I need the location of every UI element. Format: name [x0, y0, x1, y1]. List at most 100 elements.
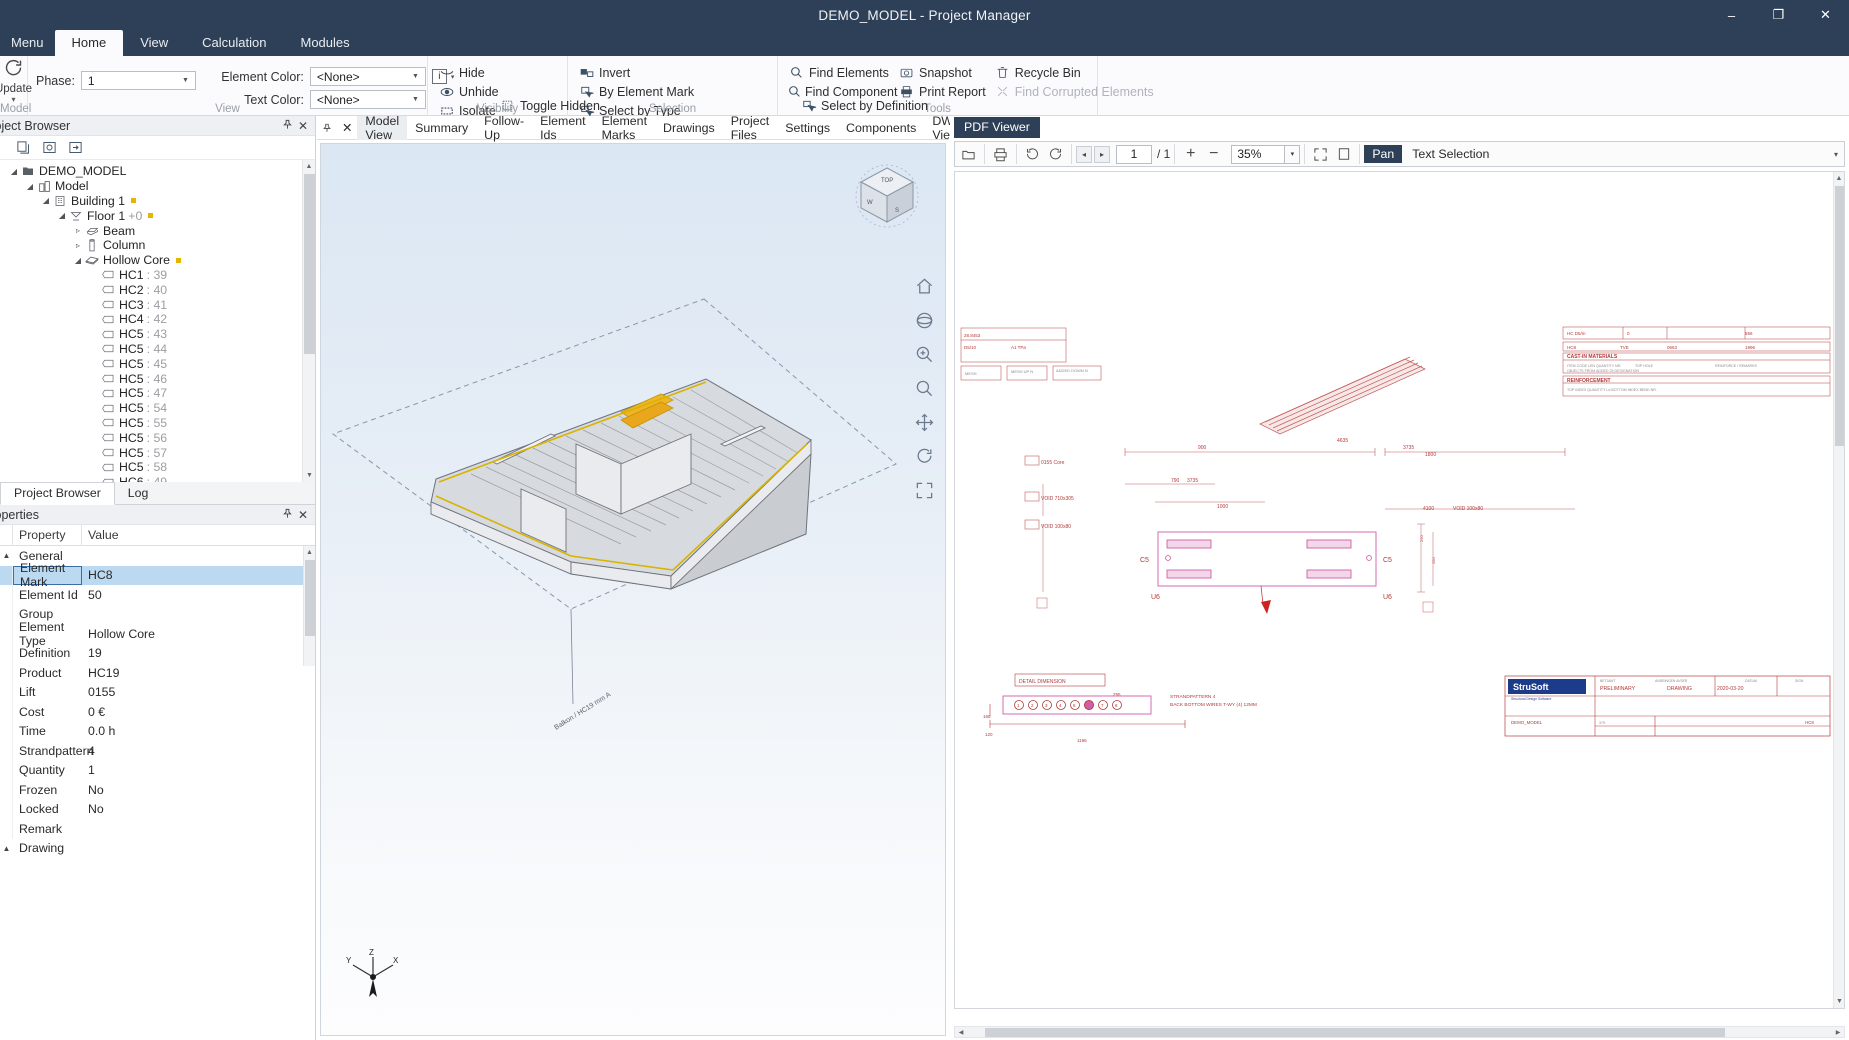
tab-view[interactable]: View	[123, 30, 185, 56]
tree-node[interactable]: HC5 : 56	[4, 430, 315, 445]
scrollbar-thumb[interactable]	[985, 1028, 1725, 1037]
collapse-caret-icon[interactable]: ▹	[72, 226, 84, 235]
scrollbar-thumb[interactable]	[304, 174, 315, 354]
center-close-icon[interactable]: ✕	[337, 116, 357, 140]
property-row[interactable]: Lift0155	[0, 683, 315, 703]
tree-node[interactable]: HC5 : 47	[4, 386, 315, 401]
model-viewport[interactable]: Balkon / HC19 mm A TOP W S	[320, 143, 946, 1036]
property-row[interactable]: Definition19	[0, 644, 315, 664]
property-value[interactable]: No	[82, 802, 315, 816]
collapse-caret-icon[interactable]: ▲	[0, 844, 13, 853]
snapshot-button[interactable]: Snapshot	[896, 63, 992, 82]
property-row[interactable]: Quantity1	[0, 761, 315, 781]
fit-page-icon[interactable]	[1332, 143, 1355, 165]
property-value[interactable]: 50	[82, 588, 315, 602]
tab-pdf-viewer[interactable]: PDF Viewer	[954, 117, 1040, 138]
maximize-button[interactable]: ❐	[1755, 0, 1802, 30]
property-value[interactable]: 0.0 h	[82, 724, 315, 738]
zoom-window-icon[interactable]	[912, 342, 937, 367]
tab-log[interactable]: Log	[115, 483, 162, 504]
tree-scrollbar[interactable]: ▲ ▼	[302, 160, 315, 482]
view-cube[interactable]: TOP W S	[851, 160, 923, 232]
fit-icon[interactable]	[912, 478, 937, 503]
property-value[interactable]: 19	[82, 646, 315, 660]
property-row[interactable]: Element MarkHC8	[0, 566, 315, 586]
property-row[interactable]: Time0.0 h	[0, 722, 315, 742]
printer-icon[interactable]	[989, 143, 1012, 165]
center-pin-icon[interactable]	[317, 116, 337, 140]
expand-caret-icon[interactable]: ◢	[72, 256, 84, 265]
expand-caret-icon[interactable]: ◢	[56, 211, 68, 220]
center-tab-settings[interactable]: Settings	[777, 116, 838, 140]
pdf-vertical-scrollbar[interactable]: ▲ ▼	[1833, 172, 1844, 1008]
toolbar-overflow-icon[interactable]: ▾	[1834, 150, 1842, 159]
property-row[interactable]: Element Id50	[0, 585, 315, 605]
scroll-left-icon[interactable]: ◀	[955, 1027, 967, 1037]
tree-node[interactable]: HC2 : 40	[4, 282, 315, 297]
tab-calculation[interactable]: Calculation	[185, 30, 283, 56]
element-color-select[interactable]: <None> ▼	[310, 67, 426, 86]
fullscreen-icon[interactable]	[1309, 143, 1332, 165]
center-tab-element-marks[interactable]: Element Marks	[594, 116, 655, 140]
tree-node[interactable]: HC5 : 46	[4, 371, 315, 386]
property-value[interactable]: 1	[82, 763, 315, 777]
property-value[interactable]: Hollow Core	[82, 627, 315, 641]
orbit-icon[interactable]	[912, 308, 937, 333]
property-row[interactable]: Strandpattern4	[0, 741, 315, 761]
property-value[interactable]: HC19	[82, 666, 315, 680]
close-icon[interactable]: ✕	[295, 508, 311, 522]
tree-node[interactable]: ▹Column	[4, 238, 315, 253]
unhide-button[interactable]: Unhide	[436, 82, 505, 101]
scroll-up-icon[interactable]: ▲	[304, 546, 315, 559]
prev-page-button[interactable]: ◂	[1076, 146, 1092, 163]
zoom-dropdown-icon[interactable]: ▾	[1285, 145, 1300, 164]
tree-node[interactable]: ◢Floor 1 +0	[4, 208, 315, 223]
tree-node[interactable]: ◢Building 1	[4, 194, 315, 209]
property-value[interactable]: No	[82, 783, 315, 797]
property-value[interactable]: HC8	[82, 568, 315, 582]
zoom-in-button[interactable]: +	[1179, 143, 1202, 165]
rotate-cw-icon[interactable]	[1044, 143, 1067, 165]
tree-node[interactable]: HC1 : 39	[4, 268, 315, 283]
project-tree[interactable]: ◢DEMO_MODEL◢Model◢Building 1◢Floor 1 +0▹…	[0, 160, 315, 482]
camera-view-icon[interactable]	[41, 139, 58, 156]
pin-icon[interactable]	[279, 508, 295, 522]
tab-project-browser[interactable]: Project Browser	[0, 482, 115, 505]
pan-mode-button[interactable]: Pan	[1364, 145, 1402, 163]
update-icon[interactable]	[3, 58, 24, 83]
property-row[interactable]: LockedNo	[0, 800, 315, 820]
tree-node[interactable]: ▹Beam	[4, 223, 315, 238]
center-tab-project-files[interactable]: Project Files	[723, 116, 778, 140]
pan-icon[interactable]	[912, 410, 937, 435]
tree-node[interactable]: HC5 : 45	[4, 356, 315, 371]
tree-node[interactable]: ◢Hollow Core	[4, 253, 315, 268]
find-elements-button[interactable]: Find Elements	[786, 63, 896, 82]
zoom-icon[interactable]	[912, 376, 937, 401]
property-group-header[interactable]: ▲Drawing	[0, 839, 315, 859]
close-button[interactable]: ✕	[1802, 0, 1849, 30]
tree-node[interactable]: HC6 : 49	[4, 475, 315, 482]
tree-node[interactable]: HC5 : 55	[4, 416, 315, 431]
tree-node[interactable]: HC5 : 58	[4, 460, 315, 475]
tree-node[interactable]: HC5 : 57	[4, 445, 315, 460]
tree-node[interactable]: ◢DEMO_MODEL	[4, 164, 315, 179]
close-icon[interactable]: ✕	[295, 119, 311, 133]
collapse-caret-icon[interactable]: ▹	[72, 241, 84, 250]
center-tab-model-view[interactable]: Model View	[357, 116, 407, 140]
menu-button[interactable]: Menu	[0, 31, 55, 56]
properties-scrollbar[interactable]: ▲	[303, 546, 315, 666]
property-row[interactable]: Cost0 €	[0, 702, 315, 722]
expand-caret-icon[interactable]: ◢	[24, 182, 36, 191]
export-view-icon[interactable]	[67, 139, 84, 156]
recycle-bin-button[interactable]: Recycle Bin	[992, 63, 1160, 82]
next-page-button[interactable]: ▸	[1094, 146, 1110, 163]
find-corrupted-elements-button[interactable]: Find Corrupted Elements	[992, 82, 1160, 101]
scroll-down-icon[interactable]: ▼	[303, 469, 315, 482]
tree-node[interactable]: HC5 : 44	[4, 342, 315, 357]
rotate-icon[interactable]	[912, 444, 937, 469]
text-selection-button[interactable]: Text Selection	[1412, 147, 1489, 161]
zoom-level-input[interactable]: 35%	[1231, 145, 1285, 164]
property-row[interactable]: Remark	[0, 819, 315, 839]
tree-node[interactable]: HC3 : 41	[4, 297, 315, 312]
select-by-definition-button[interactable]: Select by Definition	[798, 96, 934, 115]
